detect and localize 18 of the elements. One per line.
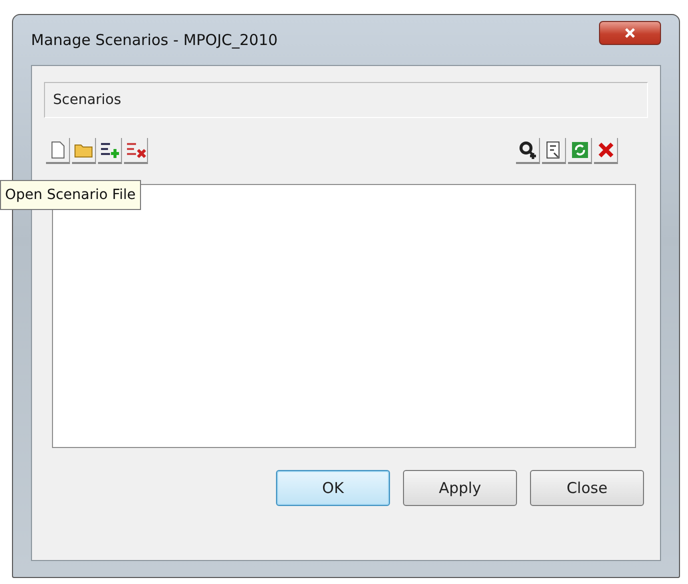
magnifier-plus-icon: [518, 140, 538, 160]
section-header: Scenarios: [44, 82, 648, 118]
toolbar-button[interactable]: [98, 138, 122, 164]
dialog-button[interactable]: Apply: [403, 470, 517, 506]
close-button[interactable]: [599, 21, 661, 45]
blank-page-icon: [50, 141, 64, 159]
window-title: Manage Scenarios - MPOJC_2010: [31, 31, 278, 49]
refresh-icon: [570, 141, 588, 159]
toolbar-button[interactable]: [542, 138, 566, 164]
close-icon: [624, 27, 636, 39]
list-remove-icon: [126, 141, 146, 159]
dialog-button[interactable]: OK: [276, 470, 390, 506]
delete-icon: [598, 142, 614, 158]
dialog-button[interactable]: Close: [530, 470, 644, 506]
tooltip: Open Scenario File: [0, 180, 141, 210]
folder-icon: [74, 142, 94, 158]
list-add-icon: [100, 141, 120, 159]
toolbar-button[interactable]: [516, 138, 540, 164]
